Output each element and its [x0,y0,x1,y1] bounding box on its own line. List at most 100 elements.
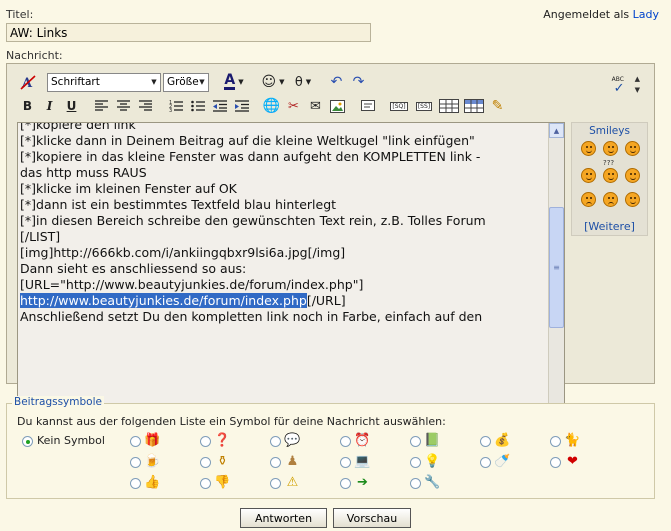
message-line: [*]klicke dann in Deinem Beitrag auf die… [20,133,475,148]
radio-symbol[interactable] [130,478,141,489]
font-select[interactable]: Schriftart ▼ [47,72,161,92]
toolbar-row-1: A Schriftart ▼ Größe ▼ A ▼ ☺ ▼ θ ▼ ↶ ↷ [17,71,370,93]
textarea-scrollbar[interactable]: ▲ ≡ ▼ [548,123,564,434]
mail-icon: ✉ [310,98,321,114]
unordered-list-button[interactable] [187,96,208,117]
highlight-button[interactable]: ✎ [487,96,508,117]
font-color-button[interactable]: A ▼ [219,72,249,93]
insert-link-button[interactable]: 🌐 [261,96,282,117]
smiley-menu-button[interactable]: ☺ ▼ [258,72,288,93]
align-left-button[interactable] [91,96,112,117]
smiley-teeth-icon[interactable] [625,141,640,156]
table2-button[interactable] [462,96,486,117]
bold-label: B [22,99,33,113]
align-right-button[interactable] [135,96,156,117]
globe-link-icon: 🌐 [262,98,281,114]
speech-bubble-icon: 💬 [284,433,301,448]
email-link-button[interactable]: ✉ [305,96,326,117]
radio-symbol[interactable] [200,478,211,489]
radio-symbol[interactable] [340,436,351,447]
alarm-clock-icon: ⏰ [354,433,371,448]
bold-button[interactable]: B [17,96,38,117]
lightbulb-icon: 💡 [424,454,441,469]
toolbar-row-2: B I U 123 🌐 ✂ ✉ [SQ] [SS] ✎ [17,95,509,117]
message-line: [/LIST] [20,229,61,244]
smiley-angry-icon[interactable] [603,192,618,207]
quote-button[interactable] [357,96,378,117]
arrow-right-icon: ➔ [357,475,368,490]
post-icons-legend: Beitragssymbole [12,396,104,408]
radio-symbol[interactable] [550,457,561,468]
smiley-shocked-icon[interactable] [581,168,596,183]
radio-no-symbol[interactable] [22,436,33,447]
selected-line-tail: [/URL] [306,293,346,308]
message-textarea[interactable]: [*]kopiere den link [*]klicke dann in De… [17,122,565,435]
chevron-down-icon: ▼ [634,86,640,94]
list-tag2-button[interactable]: [SS] [412,96,436,117]
radio-symbol[interactable] [410,436,421,447]
login-user-link[interactable]: Lady [633,8,659,21]
undo-button[interactable]: ↶ [326,72,347,93]
radio-symbol[interactable] [340,457,351,468]
smiley-confused-icon[interactable] [603,168,618,183]
preview-button[interactable]: Vorschau [333,508,411,528]
radio-symbol[interactable] [480,436,491,447]
image-icon [330,99,345,113]
radio-symbol[interactable] [200,436,211,447]
smiley-cool-icon[interactable] [625,168,640,183]
insert-image-button[interactable] [327,96,348,117]
remove-link-button[interactable]: ✂ [283,96,304,117]
radio-symbol[interactable] [200,457,211,468]
message-line: [URL="http://www.beautyjunkies.de/forum/… [20,277,364,292]
confused-marks: ??? [603,159,615,167]
radio-symbol[interactable] [270,436,281,447]
align-center-button[interactable] [113,96,134,117]
size-select[interactable]: Größe ▼ [163,72,209,92]
message-content[interactable]: [*]kopiere den link [*]klicke dann in De… [20,123,544,325]
submit-reply-button[interactable]: Antworten [240,508,327,528]
radio-symbol[interactable] [340,478,351,489]
radio-symbol[interactable] [410,457,421,468]
spellcheck-button[interactable]: ABC ✓ [611,76,629,96]
scroll-up-button[interactable]: ▲ [549,123,564,138]
smiley-wink-icon[interactable] [625,192,640,207]
radio-symbol[interactable] [480,457,491,468]
indent-button[interactable] [231,96,252,117]
quote-icon [360,99,375,111]
italic-button[interactable]: I [39,96,60,117]
list-tag-button[interactable]: [SQ] [387,96,411,117]
chevron-down-icon: ▼ [305,78,312,86]
message-line: Anschließend setzt Du den kompletten lin… [20,309,483,324]
special-char-button[interactable]: θ ▼ [289,72,317,93]
outdent-icon [212,100,227,112]
underline-button[interactable]: U [61,96,82,117]
beer-icon: 🍺 [144,454,161,469]
smiley-happy-icon[interactable] [581,141,596,156]
smiley-sad-icon[interactable] [581,192,596,207]
ordered-list-button[interactable]: 123 [165,96,186,117]
italic-label: I [46,99,53,113]
outdent-button[interactable] [209,96,230,117]
list-tag-label: [SQ] [390,101,408,111]
radio-symbol[interactable] [130,436,141,447]
chevron-down-icon: ▼ [151,78,157,86]
toolbar-right: ABC ✓ ▲ ▼ [611,76,640,97]
radio-symbol[interactable] [410,478,421,489]
table-button[interactable] [437,96,461,117]
smileys-more-link[interactable]: [Weitere] [572,220,647,233]
smiley-icon: ☺ [261,74,277,90]
message-line: [*]in diesen Bereich schreibe den gewüns… [20,213,486,228]
title-input[interactable] [6,23,371,42]
radio-symbol[interactable] [270,457,281,468]
book-icon: 📗 [424,433,441,448]
tools-icon: 🔧 [424,475,441,490]
radio-symbol[interactable] [270,478,281,489]
redo-button[interactable]: ↷ [348,72,369,93]
radio-symbol[interactable] [550,436,561,447]
remove-format-button[interactable]: A [17,72,38,93]
question-box-icon: ❓ [214,433,231,448]
radio-symbol[interactable] [130,457,141,468]
scroll-thumb[interactable]: ≡ [549,207,564,328]
resize-toggle-button[interactable]: ▲ ▼ [635,76,640,94]
smiley-grin-icon[interactable] [603,141,618,156]
